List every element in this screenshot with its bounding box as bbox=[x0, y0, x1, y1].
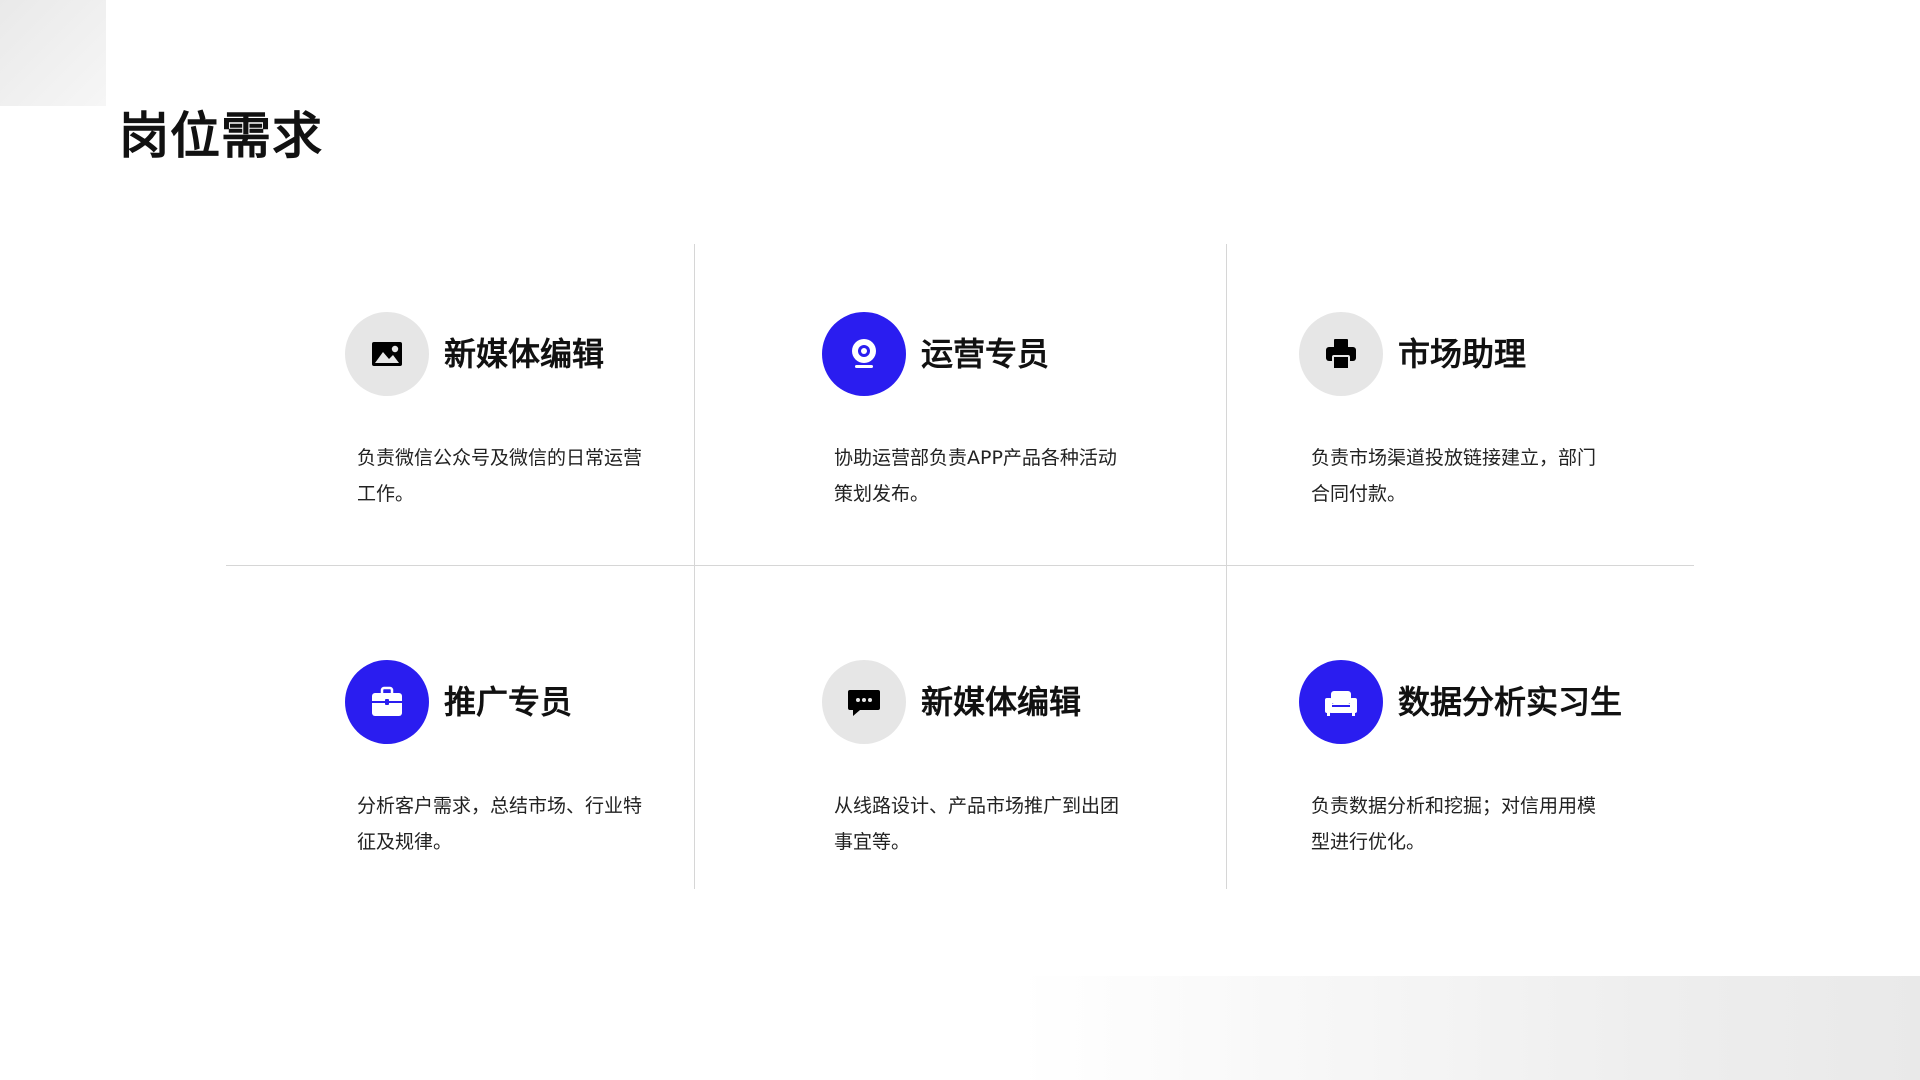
briefcase-icon bbox=[345, 660, 429, 744]
corner-decoration-bottom-right bbox=[1020, 976, 1920, 1080]
role-title: 运营专员 bbox=[921, 335, 1050, 373]
role-title: 新媒体编辑 bbox=[921, 683, 1082, 721]
role-description: 负责微信公众号及微信的日常运营工作。 bbox=[357, 447, 643, 505]
role-description: 负责市场渠道投放链接建立，部门合同付款。 bbox=[1311, 447, 1597, 505]
page-title: 岗位需求 bbox=[119, 107, 323, 165]
role-description: 负责数据分析和挖掘；对信用用模型进行优化。 bbox=[1311, 795, 1597, 853]
role-card: 新媒体编辑 从线路设计、产品市场推广到出团事宜等。 bbox=[822, 660, 1182, 900]
grid-divider-vertical-2 bbox=[1226, 244, 1227, 889]
sofa-icon bbox=[1299, 660, 1383, 744]
chat-icon bbox=[822, 660, 906, 744]
role-card: 数据分析实习生 负责数据分析和挖掘；对信用用模型进行优化。 bbox=[1299, 660, 1659, 900]
role-description: 从线路设计、产品市场推广到出团事宜等。 bbox=[834, 795, 1120, 853]
webcam-icon bbox=[822, 312, 906, 396]
role-card: 推广专员 分析客户需求，总结市场、行业特征及规律。 bbox=[345, 660, 705, 900]
role-card: 新媒体编辑 负责微信公众号及微信的日常运营工作。 bbox=[345, 312, 705, 552]
role-card: 市场助理 负责市场渠道投放链接建立，部门合同付款。 bbox=[1299, 312, 1659, 552]
grid-divider-horizontal bbox=[226, 565, 1694, 566]
role-title: 数据分析实习生 bbox=[1398, 683, 1623, 721]
image-icon bbox=[345, 312, 429, 396]
role-title: 新媒体编辑 bbox=[444, 335, 605, 373]
role-description: 协助运营部负责APP产品各种活动策划发布。 bbox=[834, 447, 1117, 505]
role-title: 市场助理 bbox=[1398, 335, 1527, 373]
printer-icon bbox=[1299, 312, 1383, 396]
role-card: 运营专员 协助运营部负责APP产品各种活动策划发布。 bbox=[822, 312, 1182, 552]
corner-decoration-top-left bbox=[0, 0, 106, 106]
role-description: 分析客户需求，总结市场、行业特征及规律。 bbox=[357, 795, 643, 853]
role-title: 推广专员 bbox=[444, 683, 573, 721]
